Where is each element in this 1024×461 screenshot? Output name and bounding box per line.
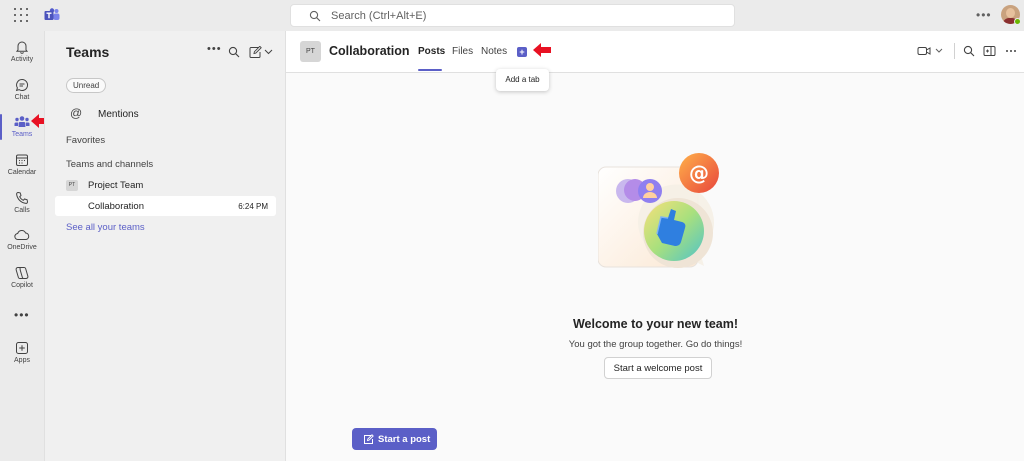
chevron-down-icon[interactable] [935,48,943,54]
rail-item-copilot[interactable]: Copilot [0,261,44,295]
rail-item-onedrive[interactable]: OneDrive [0,223,44,257]
rail-label: OneDrive [7,244,37,251]
app-launcher-icon[interactable] [14,8,28,22]
rail-item-activity[interactable]: Activity [0,35,44,69]
bell-icon [15,41,29,54]
title-bar: ••• [0,0,1024,31]
channel-header: PT Collaboration Posts Files Notes + [286,31,1024,73]
rail-label: Calls [14,207,30,214]
start-welcome-post-button[interactable]: Start a welcome post [604,357,712,379]
add-tab-button[interactable]: + [517,47,527,57]
channel-title: Collaboration [329,44,410,58]
app-rail: Activity Chat Teams Calendar Calls OneDr… [0,31,44,461]
apps-plus-icon [16,342,28,354]
rail-label: Apps [14,357,30,364]
rail-label: Teams [11,131,33,138]
divider [954,43,955,59]
start-post-label: Start a post [378,434,431,445]
channel-item-collaboration[interactable]: Collaboration 6:24 PM [55,196,276,216]
tab-files[interactable]: Files [452,46,473,57]
teams-icon [14,116,30,127]
team-avatar: PT [66,180,78,191]
rail-label: Calendar [7,169,37,176]
see-all-teams-link[interactable]: See all your teams [66,222,145,233]
search-bar[interactable] [290,4,735,27]
search-icon[interactable] [963,45,975,57]
teams-panel: Teams ••• Unread @ Mentions Favorites Te… [44,31,285,461]
more-options-icon[interactable] [1005,45,1017,57]
annotation-arrow-icon [533,43,551,57]
rail-label: Chat [14,94,30,101]
panel-toolbar: ••• [205,43,285,60]
rail-label: Copilot [11,282,33,289]
channel-info-icon[interactable] [983,45,996,57]
svg-text:@: @ [689,161,709,185]
panel-title: Teams [66,44,110,60]
add-tab-tooltip: Add a tab [496,69,549,91]
favorites-heading[interactable]: Favorites [66,135,105,146]
search-icon [309,10,321,22]
presence-available-icon [1014,18,1021,25]
unread-filter-button[interactable]: Unread [66,78,107,93]
tab-posts[interactable]: Posts [418,46,445,57]
chevron-down-icon[interactable] [264,49,273,55]
phone-icon [16,192,28,204]
rail-item-apps[interactable]: Apps [0,336,44,370]
compose-icon[interactable] [249,46,262,58]
search-icon[interactable] [228,46,240,58]
teams-channels-heading[interactable]: Teams and channels [66,159,153,170]
team-name: Project Team [88,180,144,191]
rail-item-chat[interactable]: Chat [0,73,44,107]
compose-icon [364,434,374,444]
search-input[interactable] [331,7,711,24]
active-tab-indicator [418,69,442,71]
rail-label: Activity [10,56,34,63]
rail-item-calls[interactable]: Calls [0,186,44,220]
video-camera-icon[interactable] [917,45,931,57]
welcome-illustration: @ [598,153,719,268]
welcome-subtitle: You got the group together. Go do things… [568,339,743,350]
channel-timestamp: 6:24 PM [238,202,268,211]
rail-item-calendar[interactable]: Calendar [0,148,44,182]
calendar-icon [16,154,28,166]
channel-name: Collaboration [88,201,144,212]
more-apps-icon[interactable]: ••• [14,308,30,322]
settings-more-button[interactable]: ••• [976,8,992,22]
panel-more-button[interactable]: ••• [207,43,222,55]
chat-icon [15,78,29,92]
start-post-button[interactable]: Start a post [352,428,437,450]
copilot-icon [15,267,29,279]
teams-logo-icon [44,8,60,20]
mentions-label: Mentions [98,109,139,120]
channel-avatar: PT [300,41,321,62]
channel-main-area: PT Collaboration Posts Files Notes + Add… [285,31,1024,461]
at-mention-icon: @ [70,106,83,120]
cloud-icon [14,229,30,240]
welcome-title: Welcome to your new team! [572,317,739,331]
tab-notes[interactable]: Notes [481,46,507,57]
